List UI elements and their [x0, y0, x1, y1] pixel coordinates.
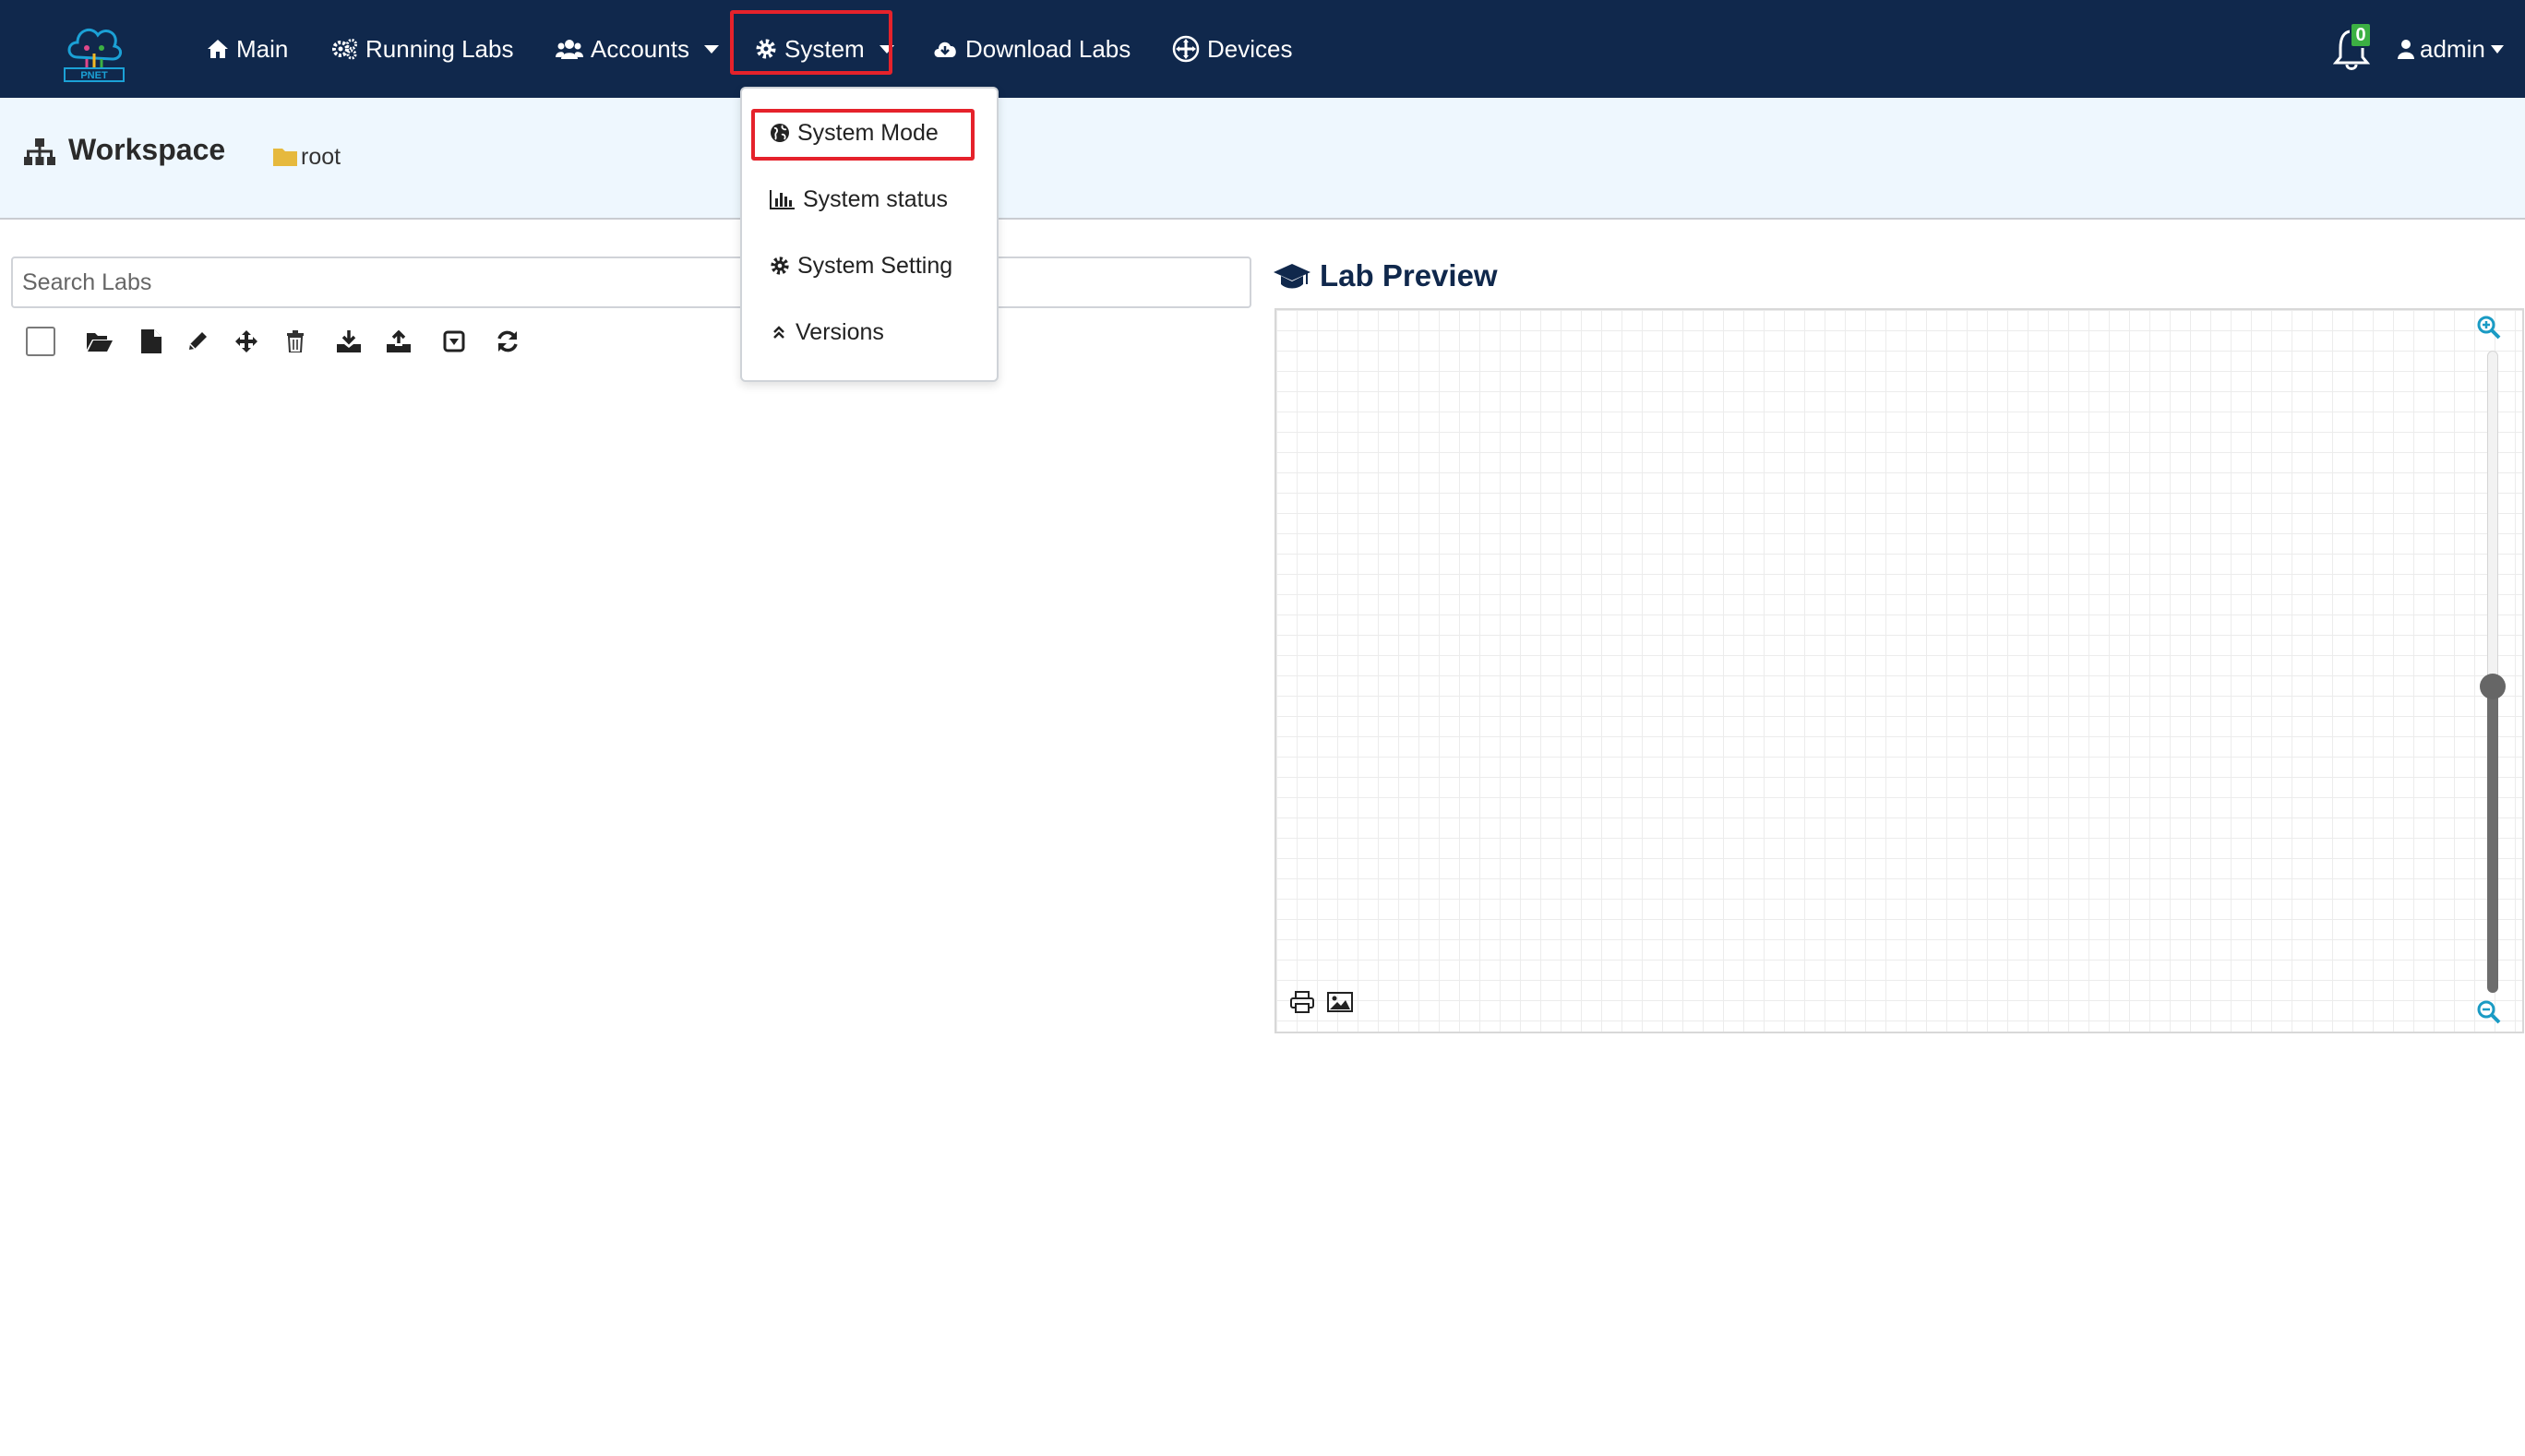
nav-running-labs-label: Running Labs [365, 34, 514, 63]
nav-accounts-label: Accounts [591, 34, 689, 63]
menu-item-label: System status [803, 185, 948, 212]
zoom-slider-handle[interactable] [2480, 674, 2506, 699]
user-menu-label: admin [2420, 34, 2485, 63]
plus-circle-icon [1172, 35, 1200, 63]
nav-devices[interactable]: Devices [1172, 0, 1292, 98]
chevron-down-icon [703, 44, 719, 54]
export-icon[interactable] [441, 328, 467, 354]
nav-download-labs[interactable]: Download Labs [932, 0, 1131, 98]
highlight-box-system-mode [751, 109, 975, 161]
highlight-box-system [730, 10, 892, 75]
nav-main[interactable]: Main [207, 0, 288, 98]
trash-icon[interactable] [282, 328, 308, 354]
zoom-slider-fill [2487, 686, 2498, 993]
zoom-in-icon[interactable] [2477, 316, 2501, 340]
users-icon [556, 40, 583, 59]
download-icon[interactable] [336, 328, 362, 354]
menu-item-system-status[interactable]: System status [770, 179, 948, 220]
chevron-down-icon [2490, 44, 2504, 54]
breadcrumb-root[interactable]: root [301, 144, 341, 171]
search-labs-input[interactable] [11, 257, 1251, 308]
pencil-icon[interactable] [185, 328, 210, 354]
new-file-icon[interactable] [138, 328, 164, 354]
open-folder-icon[interactable] [87, 328, 113, 354]
nav-devices-label: Devices [1207, 34, 1293, 63]
home-icon [208, 40, 228, 58]
cloud-download-icon [934, 42, 956, 57]
zoom-out-icon[interactable] [2477, 1000, 2501, 1024]
nav-download-labs-label: Download Labs [965, 34, 1131, 63]
sitemap-icon [24, 138, 55, 165]
print-icon[interactable] [1290, 991, 1314, 1013]
svg-text:PNET: PNET [80, 70, 108, 81]
move-icon[interactable] [233, 328, 259, 354]
nav-running-labs[interactable]: Running Labs [332, 0, 513, 98]
pnet-logo[interactable]: PNET [61, 17, 127, 83]
double-up-icon [773, 326, 784, 339]
workspace-title: Workspace [68, 133, 226, 166]
menu-item-label: Versions [796, 318, 884, 345]
menu-item-system-setting[interactable]: System Setting [770, 245, 952, 286]
user-icon [2398, 40, 2414, 59]
lab-preview-title: Lab Preview [1320, 258, 1498, 292]
notification-badge: 0 [2350, 22, 2372, 48]
image-icon[interactable] [1327, 991, 1353, 1013]
lab-preview-canvas[interactable] [1274, 308, 2524, 1033]
upload-icon[interactable] [386, 328, 412, 354]
refresh-icon[interactable] [495, 328, 521, 354]
graduation-cap-icon [1274, 264, 1310, 289]
folder-icon [273, 149, 297, 166]
workspace-header [0, 98, 2525, 220]
gears-icon [332, 39, 357, 60]
gear-icon [771, 257, 789, 275]
bar-chart-icon [770, 190, 795, 209]
select-all-checkbox[interactable] [26, 327, 55, 356]
user-menu[interactable]: admin [2398, 0, 2504, 98]
nav-main-label: Main [236, 34, 289, 63]
menu-item-label: System Setting [797, 252, 953, 279]
nav-accounts[interactable]: Accounts [556, 0, 719, 98]
menu-item-versions[interactable]: Versions [770, 312, 884, 352]
